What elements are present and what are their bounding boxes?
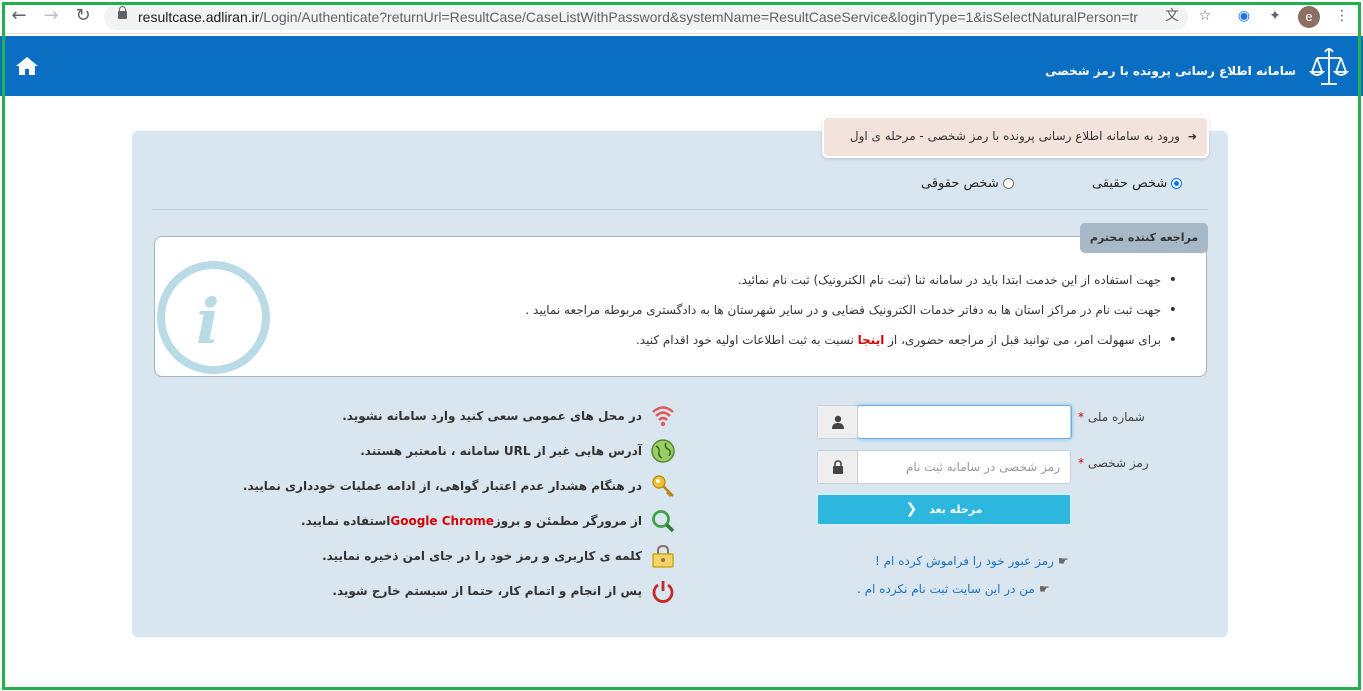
national-id-group xyxy=(817,405,1072,439)
lock-icon xyxy=(833,460,843,474)
power-icon xyxy=(652,581,674,603)
step-title: ➜ ورود به سامانه اطلاع رسانی پرونده با ر… xyxy=(822,116,1209,158)
chevron-left-icon: ❮ xyxy=(905,501,918,517)
tip-item: در محل های عمومی سعی کنید وارد سامانه نش… xyxy=(342,403,676,429)
forward-arrow-icon[interactable]: → xyxy=(40,5,62,27)
translate-icon[interactable]: 文 xyxy=(1163,7,1181,25)
register-here-link[interactable]: اینجا xyxy=(858,333,885,347)
tip-item: کلمه ی کاربری و رمز خود را در جای امن ذخ… xyxy=(322,543,676,569)
browser-toolbar: ← → ↻ resultcase.adliran.ir/Login/Authen… xyxy=(0,0,1363,34)
tip-item: از مرورگر مطمئن و بروز Google Chrome است… xyxy=(301,508,676,534)
lock-icon xyxy=(118,6,127,19)
password-input[interactable] xyxy=(858,451,1070,483)
extension-badge-icon[interactable]: ◉ xyxy=(1235,7,1253,25)
national-id-label: شماره ملی * xyxy=(1078,410,1145,424)
app-header: سامانه اطلاع رسانی پرونده با رمز شخصی xyxy=(0,36,1363,96)
lock-addon xyxy=(818,451,858,483)
pointing-hand-icon: ☛ xyxy=(1038,582,1050,596)
tip-item: آدرس هایی غیر از URL سامانه ، نامعتبر هس… xyxy=(360,438,676,464)
globe-icon xyxy=(651,439,675,463)
list-item: جهت استفاده از این خدمت ابتدا باید در سا… xyxy=(525,268,1177,298)
list-item: برای سهولت امر، می توانید قبل از مراجعه … xyxy=(525,328,1177,358)
sign-in-icon: ➜ xyxy=(1187,130,1197,143)
profile-avatar[interactable]: e xyxy=(1298,6,1320,28)
scales-of-justice-icon xyxy=(1309,48,1349,85)
wifi-warning-icon xyxy=(652,406,674,427)
not-registered-link[interactable]: ☛من در این سایت ثبت نام نکرده ام . xyxy=(857,582,1050,596)
radio-natural-person[interactable]: شخص حقیقی xyxy=(1092,176,1183,191)
tip-item: در هنگام هشدار عدم اعتبار گواهی، از ادام… xyxy=(243,473,676,499)
radio-natural-person-input[interactable] xyxy=(1171,178,1183,189)
password-group xyxy=(817,450,1071,484)
radio-legal-person-input[interactable] xyxy=(1002,178,1014,189)
tip-item: پس از انجام و اتمام کار، حتما از سیستم خ… xyxy=(332,578,676,604)
google-chrome-text: Google Chrome xyxy=(390,514,494,528)
padlock-icon xyxy=(652,544,674,568)
app-title: سامانه اطلاع رسانی پرونده با رمز شخصی xyxy=(1045,64,1296,78)
info-icon-letter: i xyxy=(196,285,220,358)
next-step-button[interactable]: مرحله بعد ❮ xyxy=(816,493,1072,526)
user-icon xyxy=(832,415,844,429)
back-arrow-icon[interactable]: ← xyxy=(8,5,30,27)
reload-icon[interactable]: ↻ xyxy=(72,5,94,27)
user-addon xyxy=(818,406,858,438)
notice-list: جهت استفاده از این خدمت ابتدا باید در سا… xyxy=(525,268,1177,358)
key-icon xyxy=(652,475,674,497)
home-icon[interactable] xyxy=(15,56,39,76)
extensions-puzzle-icon[interactable]: ✦ xyxy=(1266,7,1284,25)
bookmark-star-icon[interactable]: ☆ xyxy=(1196,7,1214,25)
notice-tag: مراجعه کننده محترم xyxy=(1080,223,1208,253)
national-id-input[interactable] xyxy=(857,405,1072,439)
address-bar[interactable]: resultcase.adliran.ir/Login/Authenticate… xyxy=(104,4,1188,30)
password-label: رمز شخصی * xyxy=(1078,456,1149,470)
radio-legal-person[interactable]: شخص حقوقی xyxy=(921,176,1014,191)
pointing-hand-icon: ☛ xyxy=(1057,554,1069,568)
url-text[interactable]: resultcase.adliran.ir/Login/Authenticate… xyxy=(138,9,1138,25)
magnifier-icon xyxy=(652,510,675,533)
list-item: جهت ثبت نام در مراکز استان ها به دفاتر خ… xyxy=(525,298,1177,328)
menu-kebab-icon[interactable]: ⋮ xyxy=(1333,7,1351,25)
divider xyxy=(152,209,1208,210)
forgot-password-link[interactable]: ☛رمز عبور خود را فراموش کرده ام ! xyxy=(875,554,1069,568)
